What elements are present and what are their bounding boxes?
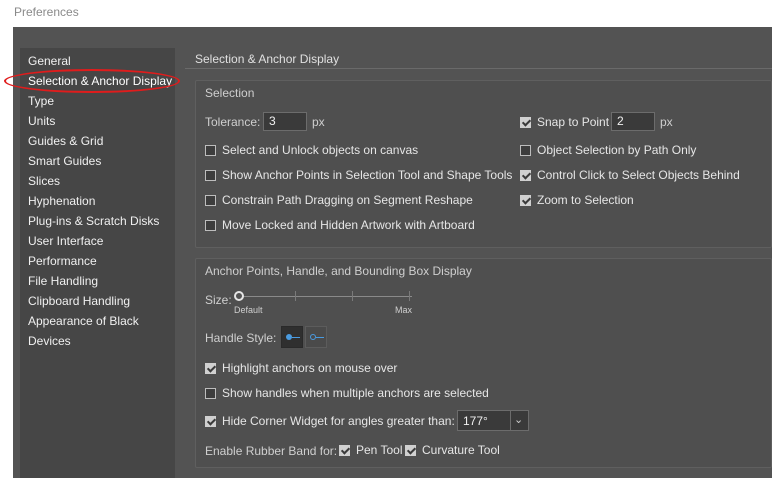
handle-style-label: Handle Style: (205, 331, 277, 345)
sidebar: General Selection & Anchor Display Type … (20, 48, 175, 478)
checkbox-box[interactable] (205, 415, 216, 427)
checkbox-box[interactable] (205, 387, 216, 399)
sidebar-item-clipboard-handling[interactable]: Clipboard Handling (28, 294, 130, 308)
sidebar-item-guides-grid[interactable]: Guides & Grid (28, 134, 103, 148)
checkbox-box[interactable] (520, 169, 531, 181)
anchor-display-group-title: Anchor Points, Handle, and Bounding Box … (205, 264, 472, 278)
highlight-anchors-label: Highlight anchors on mouse over (222, 361, 398, 375)
curvature-tool-label: Curvature Tool (422, 443, 500, 457)
checkbox-box[interactable] (520, 194, 531, 206)
tolerance-unit: px (312, 115, 325, 129)
move-locked-hidden-checkbox[interactable]: Move Locked and Hidden Artwork with Artb… (205, 218, 475, 232)
move-locked-hidden-label: Move Locked and Hidden Artwork with Artb… (222, 218, 475, 232)
slider-tick (295, 291, 296, 301)
show-handles-label: Show handles when multiple anchors are s… (222, 386, 489, 400)
checkbox-box[interactable] (405, 444, 416, 456)
handle-line-icon (292, 337, 300, 338)
sidebar-item-type[interactable]: Type (28, 94, 54, 108)
pen-tool-checkbox[interactable]: Pen Tool (339, 443, 402, 457)
object-selection-by-path-label: Object Selection by Path Only (537, 143, 697, 157)
sidebar-item-devices[interactable]: Devices (28, 334, 71, 348)
object-selection-by-path-checkbox[interactable]: Object Selection by Path Only (520, 143, 696, 157)
sidebar-item-performance[interactable]: Performance (28, 254, 97, 268)
checkbox-box[interactable] (520, 116, 531, 128)
sidebar-item-smart-guides[interactable]: Smart Guides (28, 154, 101, 168)
window-title: Preferences (14, 5, 79, 19)
checkbox-box[interactable] (339, 444, 350, 456)
zoom-to-selection-label: Zoom to Selection (537, 193, 634, 207)
show-anchor-points-label: Show Anchor Points in Selection Tool and… (222, 168, 513, 182)
constrain-path-dragging-checkbox[interactable]: Constrain Path Dragging on Segment Resha… (205, 193, 473, 207)
show-handles-checkbox[interactable]: Show handles when multiple anchors are s… (205, 386, 489, 400)
sidebar-item-file-handling[interactable]: File Handling (28, 274, 98, 288)
size-label: Size: (205, 293, 232, 307)
slider-tick (352, 291, 353, 301)
snap-to-point-input[interactable]: 2 (611, 112, 655, 131)
hide-corner-widget-label: Hide Corner Widget for angles greater th… (222, 414, 455, 428)
handle-line-icon (316, 337, 324, 338)
section-title: Selection & Anchor Display (195, 52, 340, 66)
size-slider-handle[interactable] (234, 291, 244, 301)
slider-tick (409, 291, 410, 301)
snap-to-point-label: Snap to Point (537, 115, 610, 129)
section-divider (185, 68, 772, 69)
control-click-select-behind-label: Control Click to Select Objects Behind (537, 168, 740, 182)
sidebar-item-plugins-scratch-disks[interactable]: Plug-ins & Scratch Disks (28, 214, 159, 228)
corner-angle-dropdown[interactable]: 177° ⌄ (457, 410, 529, 431)
sidebar-item-selection-anchor-display[interactable]: Selection & Anchor Display (28, 74, 172, 88)
checkbox-box[interactable] (520, 144, 531, 156)
size-slider-track[interactable] (240, 296, 412, 297)
handle-style-solid-button[interactable] (281, 326, 303, 348)
handle-style-hollow-button[interactable] (305, 326, 327, 348)
chevron-down-icon[interactable]: ⌄ (514, 413, 523, 426)
sidebar-item-general[interactable]: General (28, 54, 71, 68)
pen-tool-label: Pen Tool (356, 443, 403, 457)
selection-group-title: Selection (205, 86, 255, 100)
tolerance-input[interactable]: 3 (263, 112, 307, 131)
curvature-tool-checkbox[interactable]: Curvature Tool (405, 443, 500, 457)
checkbox-box[interactable] (205, 194, 216, 206)
rubber-band-label: Enable Rubber Band for: (205, 444, 338, 458)
select-unlock-checkbox[interactable]: Select and Unlock objects on canvas (205, 143, 418, 157)
corner-angle-value: 177° (463, 414, 488, 428)
checkbox-box[interactable] (205, 169, 216, 181)
checkbox-box[interactable] (205, 219, 216, 231)
snap-to-point-checkbox[interactable]: Snap to Point (520, 115, 609, 129)
control-click-select-behind-checkbox[interactable]: Control Click to Select Objects Behind (520, 168, 740, 182)
constrain-path-dragging-label: Constrain Path Dragging on Segment Resha… (222, 193, 473, 207)
zoom-to-selection-checkbox[interactable]: Zoom to Selection (520, 193, 634, 207)
dropdown-divider (510, 411, 511, 430)
checkbox-box[interactable] (205, 144, 216, 156)
snap-to-point-unit: px (660, 115, 673, 129)
checkbox-box[interactable] (205, 362, 216, 374)
sidebar-item-hyphenation[interactable]: Hyphenation (28, 194, 95, 208)
sidebar-item-units[interactable]: Units (28, 114, 55, 128)
sidebar-item-user-interface[interactable]: User Interface (28, 234, 103, 248)
select-unlock-label: Select and Unlock objects on canvas (222, 143, 419, 157)
sidebar-item-appearance-of-black[interactable]: Appearance of Black (28, 314, 139, 328)
size-max-label: Max (395, 305, 413, 315)
highlight-anchors-checkbox[interactable]: Highlight anchors on mouse over (205, 361, 397, 375)
sidebar-item-slices[interactable]: Slices (28, 174, 60, 188)
hide-corner-widget-checkbox[interactable]: Hide Corner Widget for angles greater th… (205, 414, 455, 428)
tolerance-label: Tolerance: (205, 115, 261, 129)
size-min-label: Default (234, 305, 263, 315)
show-anchor-points-checkbox[interactable]: Show Anchor Points in Selection Tool and… (205, 168, 512, 182)
